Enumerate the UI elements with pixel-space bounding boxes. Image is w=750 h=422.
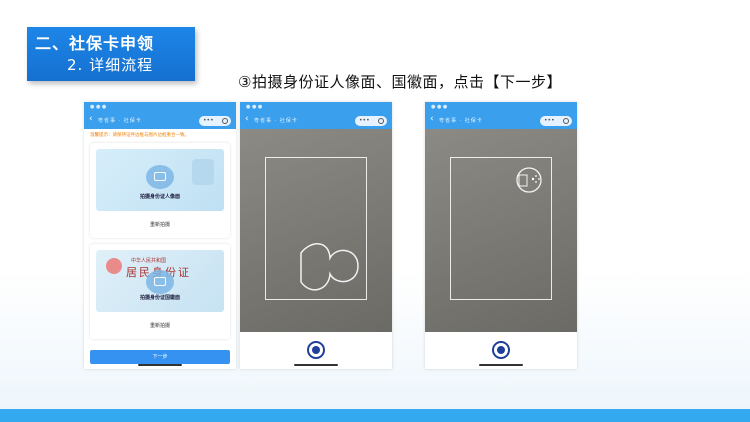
phone-screen-camera-emblem: ● ● ● ‹ 粤省事 · 社保卡 •••	[425, 102, 577, 369]
id-front-placeholder[interactable]: 拍摄身份证人像面	[96, 149, 224, 211]
id-frame-guide	[265, 157, 367, 300]
id-back-placeholder[interactable]: 中华人民共和国 居民身份证 拍摄身份证国徽面	[96, 250, 224, 312]
subsection-title: 2. 详细流程	[67, 56, 154, 74]
close-circle-icon[interactable]	[222, 118, 228, 124]
national-emblem-outline-icon	[516, 167, 542, 193]
phone-screen-id-form: ● ● ● ‹ 粤省事 · 社保卡 ••• 温馨提示：请保持证件边框与图片边框重…	[84, 102, 236, 369]
more-icon[interactable]: •••	[544, 116, 555, 126]
nav-title: 粤省事 · 社保卡	[439, 118, 483, 124]
capture-back-label: 拍摄身份证国徽面	[139, 295, 180, 301]
close-circle-icon[interactable]	[563, 118, 569, 124]
nav-title: 粤省事 · 社保卡	[98, 118, 142, 124]
notice-text: 温馨提示：请保持证件边框与图片边框重合一致。	[90, 133, 189, 138]
status-bar: ● ● ●	[425, 102, 577, 112]
back-id-card[interactable]: 中华人民共和国 居民身份证 拍摄身份证国徽面 重新拍摄	[90, 244, 230, 339]
national-name-text: 中华人民共和国	[131, 258, 167, 264]
camera-viewfinder	[425, 129, 577, 332]
status-bar: ● ● ●	[240, 102, 392, 112]
miniapp-capsule[interactable]: •••	[540, 116, 572, 126]
reshoot-back-link[interactable]: 重新拍摄	[90, 322, 230, 329]
chevron-left-icon[interactable]: ‹	[89, 114, 93, 124]
next-step-button[interactable]: 下一步	[90, 350, 230, 364]
section-title-box: 二、社保卡申领 2. 详细流程	[27, 27, 195, 81]
chevron-left-icon[interactable]: ‹	[430, 114, 434, 124]
shutter-icon[interactable]	[307, 341, 325, 359]
home-indicator	[294, 364, 338, 366]
home-indicator	[138, 364, 182, 366]
front-id-card[interactable]: 拍摄身份证人像面 重新拍摄	[90, 143, 230, 238]
reshoot-front-link[interactable]: 重新拍摄	[90, 221, 230, 228]
app-nav-bar: ‹ 粤省事 · 社保卡 •••	[240, 112, 392, 129]
miniapp-capsule[interactable]: •••	[355, 116, 387, 126]
app-nav-bar: ‹ 粤省事 · 社保卡 •••	[84, 112, 236, 129]
status-bar: ● ● ●	[84, 102, 236, 112]
shutter-icon[interactable]	[492, 341, 510, 359]
emblem-icon	[106, 258, 122, 274]
camera-icon[interactable]	[146, 165, 174, 189]
miniapp-capsule[interactable]: •••	[199, 116, 231, 126]
home-indicator	[479, 364, 523, 366]
bottom-accent-bar	[0, 409, 750, 422]
camera-viewfinder	[240, 129, 392, 332]
more-icon[interactable]: •••	[359, 116, 370, 126]
id-frame-guide	[450, 157, 552, 300]
camera-icon[interactable]	[146, 270, 174, 294]
section-title: 二、社保卡申领	[35, 34, 155, 53]
step-caption: ③拍摄身份证人像面、国徽面，点击【下一步】	[238, 73, 562, 91]
more-icon[interactable]: •••	[203, 116, 214, 126]
capture-front-label: 拍摄身份证人像面	[139, 194, 180, 200]
close-circle-icon[interactable]	[378, 118, 384, 124]
portrait-outline-icon	[300, 243, 359, 291]
chevron-left-icon[interactable]: ‹	[245, 114, 249, 124]
app-nav-bar: ‹ 粤省事 · 社保卡 •••	[425, 112, 577, 129]
nav-title: 粤省事 · 社保卡	[254, 118, 298, 124]
portrait-placeholder-icon	[192, 159, 214, 185]
phone-screen-camera-portrait: ● ● ● ‹ 粤省事 · 社保卡 •••	[240, 102, 392, 369]
